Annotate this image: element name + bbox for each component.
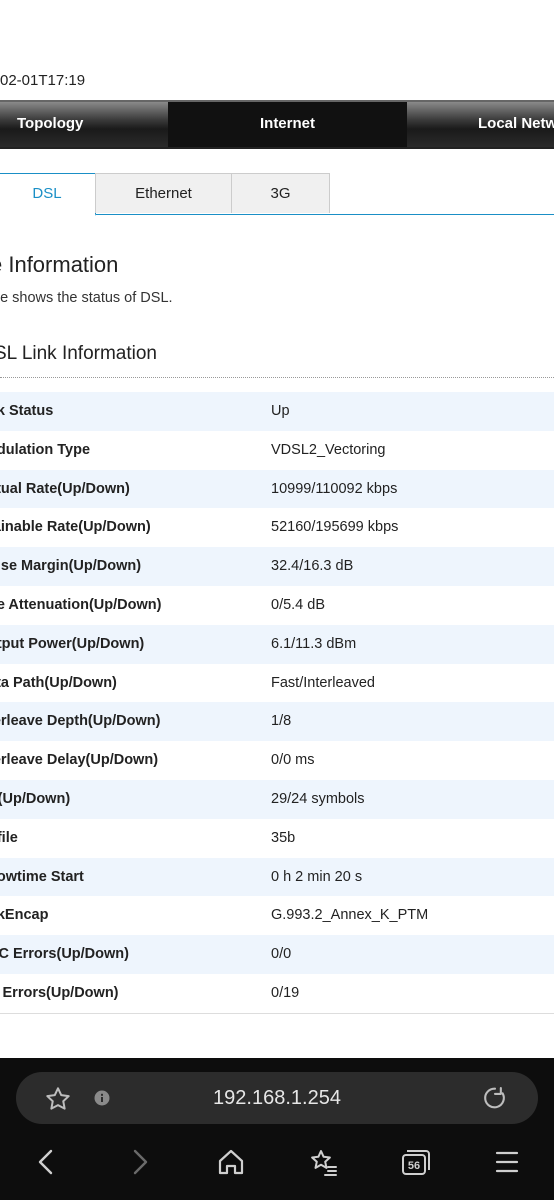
row-value: 0/5.4 dB [271, 596, 326, 613]
table-row: utput Power(Up/Down) 6.1/11.3 dBm [0, 624, 554, 664]
row-value: G.993.2_Annex_K_PTM [271, 907, 429, 924]
back-icon[interactable] [24, 1140, 68, 1184]
row-label: utput Power(Up/Down) [0, 635, 145, 652]
row-label: oise Margin(Up/Down) [0, 558, 142, 575]
row-label: ne Attenuation(Up/Down) [0, 596, 162, 613]
page-title: e Information [0, 252, 119, 277]
tab-3g[interactable]: 3G [231, 173, 330, 213]
tabs-icon[interactable]: 56 [393, 1140, 437, 1184]
table-row: nkEncap G.993.2_Annex_K_PTM [0, 896, 554, 935]
section-divider [0, 377, 554, 378]
row-label: RC Errors(Up/Down) [0, 946, 129, 963]
table-row: ata Path(Up/Down) Fast/Interleaved [0, 664, 554, 703]
tab-count: 56 [408, 1160, 420, 1172]
row-value: Up [271, 403, 290, 419]
row-label: ata Path(Up/Down) [0, 674, 117, 691]
row-label: nkEncap [0, 907, 49, 924]
table-row: nk Status Up [0, 392, 554, 431]
table-row: ctual Rate(Up/Down) 10999/110092 kbps [0, 469, 554, 509]
url-text: 192.168.1.254 [213, 1087, 341, 1109]
reload-icon[interactable] [481, 1084, 509, 1117]
row-value: 35b [271, 829, 296, 846]
home-icon[interactable] [209, 1140, 253, 1184]
tab-ethernet[interactable]: Ethernet [95, 173, 232, 213]
row-value: 29/24 symbols [271, 790, 365, 807]
row-value: Fast/Interleaved [271, 674, 375, 691]
forward-icon[interactable] [118, 1140, 162, 1184]
row-value: 52160/195699 kbps [271, 519, 399, 536]
page-description: ge shows the status of DSL. [0, 290, 173, 306]
nav-local-network[interactable]: Local Netw [407, 102, 554, 147]
table-row: P(Up/Down) 29/24 symbols [0, 779, 554, 819]
row-label: odulation Type [0, 441, 91, 458]
table-row: odulation Type VDSL2_Vectoring [0, 431, 554, 470]
table-row: ne Attenuation(Up/Down) 0/5.4 dB [0, 586, 554, 625]
row-value: 0/0 [271, 946, 292, 963]
address-bar[interactable]: 192.168.1.254 [16, 1072, 538, 1124]
row-label: C Errors(Up/Down) [0, 984, 119, 1001]
nav-internet[interactable]: Internet [168, 102, 407, 147]
timestamp: 02-01T17:19 [0, 72, 86, 89]
row-label: ofile [0, 829, 18, 846]
table-row: tainable Rate(Up/Down) 52160/195699 kbps [0, 508, 554, 547]
table-row: ofile 35b [0, 819, 554, 858]
table-row: nowtime Start 0 h 2 min 20 s [0, 857, 554, 897]
row-label: nk Status [0, 403, 54, 419]
row-label: terleave Depth(Up/Down) [0, 713, 161, 730]
row-value: 32.4/16.3 dB [271, 558, 354, 575]
table-row: C Errors(Up/Down) 0/19 [0, 974, 554, 1013]
row-value: 1/8 [271, 713, 292, 730]
row-value: 0/0 ms [271, 752, 315, 769]
tab-bar: DSL Ethernet 3G [0, 173, 554, 216]
nav-topology[interactable]: Topology [0, 102, 168, 147]
menu-icon[interactable] [485, 1140, 529, 1184]
tab-dsl[interactable]: DSL [0, 173, 96, 216]
row-value: 0 h 2 min 20 s [271, 868, 363, 885]
row-value: 0/19 [271, 984, 300, 1001]
bookmarks-icon[interactable] [301, 1140, 345, 1184]
table-row: oise Margin(Up/Down) 32.4/16.3 dB [0, 547, 554, 586]
dsl-info-table: nk Status Up odulation Type VDSL2_Vectorin… [0, 392, 554, 1014]
row-label: nowtime Start [0, 868, 84, 885]
row-label: ctual Rate(Up/Down) [0, 480, 130, 497]
top-navigation: Topology Internet Local Netw [0, 100, 554, 149]
row-label: P(Up/Down) [0, 790, 71, 807]
table-row: RC Errors(Up/Down) 0/0 [0, 935, 554, 974]
row-value: 10999/110092 kbps [271, 480, 398, 497]
table-row: terleave Delay(Up/Down) 0/0 ms [0, 741, 554, 780]
row-value: 6.1/11.3 dBm [271, 635, 357, 652]
table-row: terleave Depth(Up/Down) 1/8 [0, 702, 554, 742]
row-label: tainable Rate(Up/Down) [0, 519, 151, 536]
row-label: terleave Delay(Up/Down) [0, 752, 159, 769]
section-title: SL Link Information [0, 343, 157, 364]
row-value: VDSL2_Vectoring [271, 441, 386, 458]
